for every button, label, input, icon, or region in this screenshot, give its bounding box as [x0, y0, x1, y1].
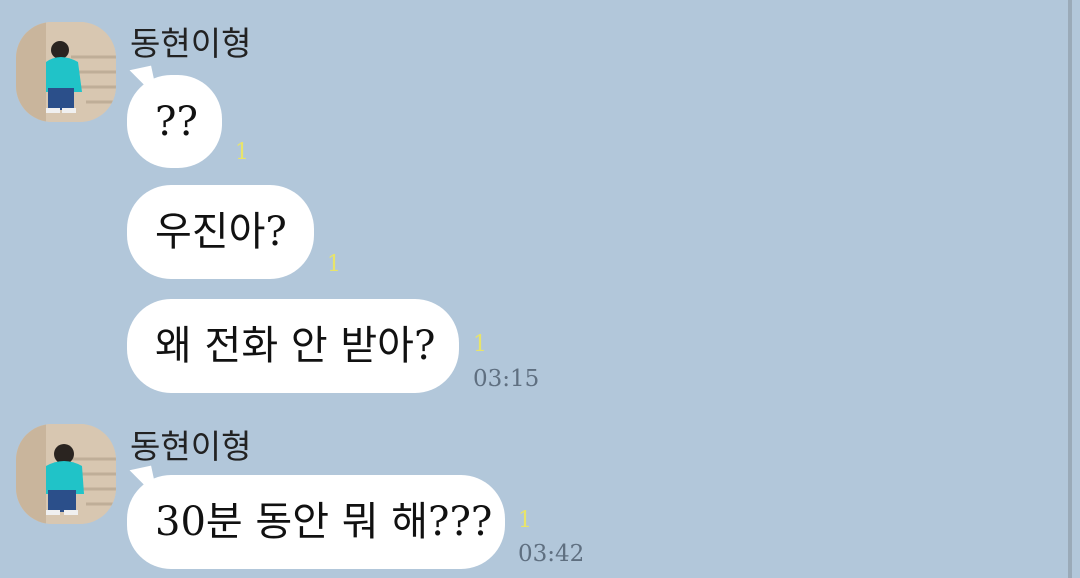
- scrollbar[interactable]: [1068, 0, 1072, 578]
- message-text: 30분 동안 뭐 해???: [155, 499, 493, 545]
- bubble-tail: [115, 465, 159, 507]
- sender-avatar[interactable]: [16, 424, 116, 524]
- unread-count: 1: [473, 332, 487, 357]
- message-timestamp: 03:15: [473, 366, 540, 392]
- avatar-photo-icon: [16, 22, 116, 122]
- message-text: ??: [155, 98, 198, 145]
- message-bubble[interactable]: ??: [115, 65, 222, 168]
- unread-count: 1: [235, 140, 249, 165]
- unread-count: 1: [327, 252, 341, 277]
- message-timestamp: 03:42: [518, 541, 585, 567]
- sender-name: 동현이형: [130, 427, 252, 466]
- unread-count: 1: [518, 508, 532, 533]
- message-text: 왜 전화 안 받아?: [155, 323, 436, 369]
- avatar-photo-icon: [16, 424, 116, 524]
- bubble-tail: [115, 65, 159, 107]
- message-bubble[interactable]: 우진아?: [127, 185, 314, 279]
- message-bubble[interactable]: 30분 동안 뭐 해???: [115, 465, 505, 569]
- sender-name: 동현이형: [130, 24, 252, 63]
- chat-area[interactable]: 동현이형 ?? 1 우진아? 1 왜 전화 안 받아? 1 03:15 동현이형…: [0, 0, 1080, 578]
- message-bubble[interactable]: 왜 전화 안 받아?: [127, 299, 459, 393]
- message-text: 우진아?: [155, 209, 287, 255]
- sender-avatar[interactable]: [16, 22, 116, 122]
